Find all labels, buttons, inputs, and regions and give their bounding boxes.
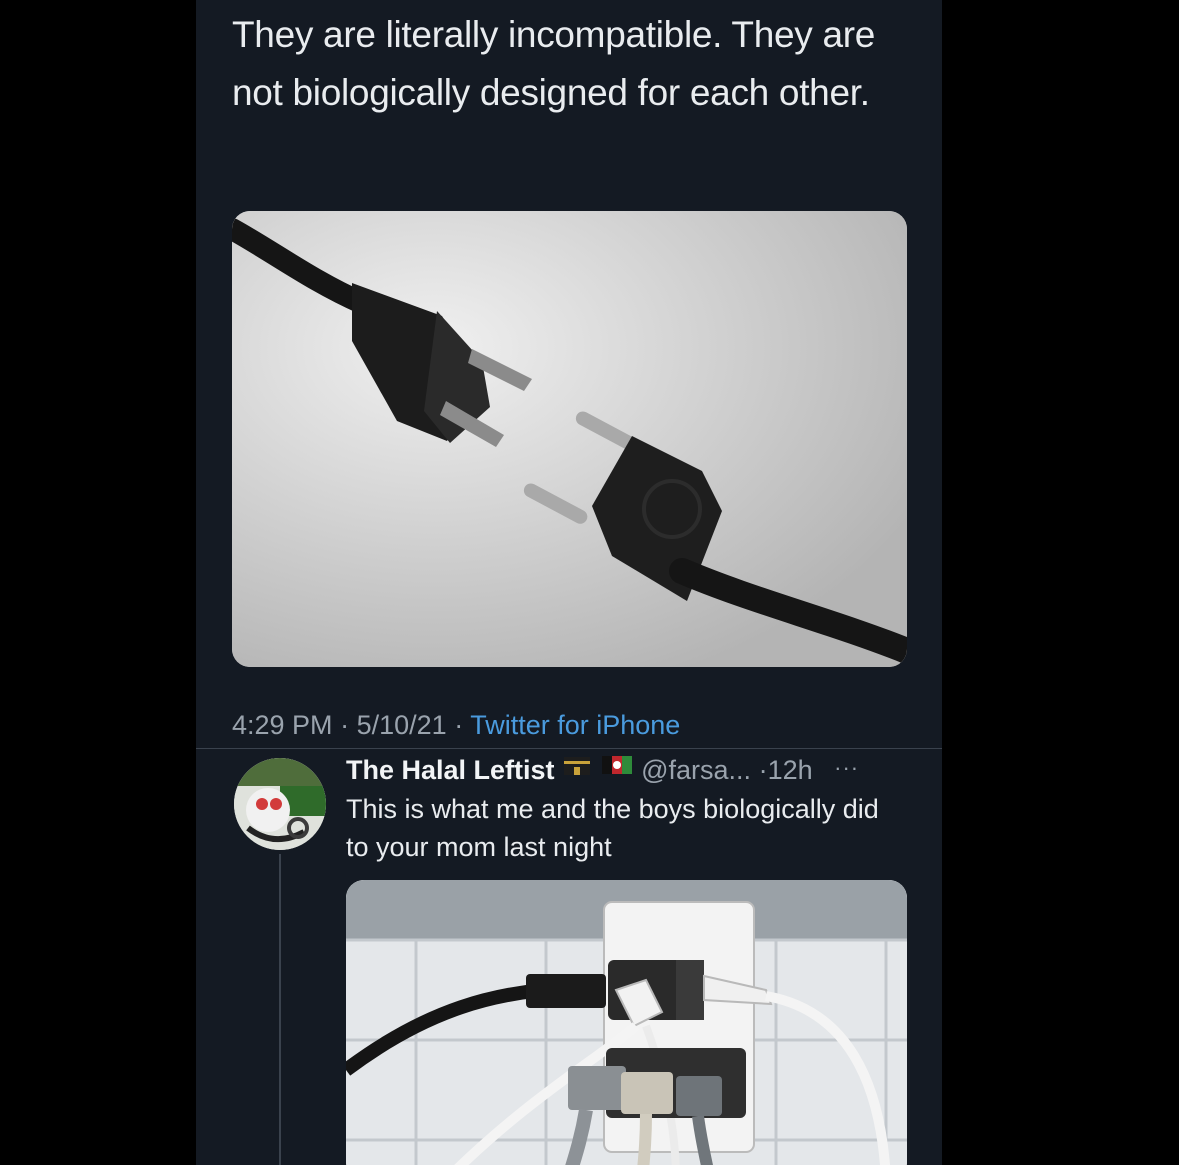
reply-display-name[interactable]: The Halal Leftist	[346, 755, 555, 785]
reply-age[interactable]: 12h	[768, 755, 813, 785]
tweet-metadata: 4:29 PM · 5/10/21 · Twitter for iPhone	[232, 710, 680, 741]
reply-header: The Halal Leftist @farsa... ·12h ···	[346, 755, 859, 787]
tweet-thread: They are literally incompatible. They ar…	[196, 0, 942, 1165]
meta-separator: ·	[454, 710, 464, 740]
avatar[interactable]	[234, 758, 326, 850]
avatar-image	[234, 758, 326, 850]
meta-separator: ·	[340, 710, 350, 740]
plugs-illustration	[232, 211, 907, 667]
kaaba-emoji-icon	[562, 753, 592, 784]
header-separator: ·	[758, 755, 768, 785]
screenshot: They are literally incompatible. They ar…	[0, 0, 1179, 1165]
tweet-time: 4:29 PM	[232, 710, 333, 740]
reply-text: This is what me and the boys biologicall…	[346, 794, 879, 862]
reply-photo-outlet[interactable]	[346, 880, 907, 1165]
reply-handle[interactable]: @farsa...	[641, 755, 751, 785]
tweet-photo-plugs[interactable]	[232, 211, 907, 667]
flag-emoji-icon	[600, 753, 634, 784]
divider	[196, 748, 942, 749]
tweet-client-link[interactable]: Twitter for iPhone	[470, 710, 680, 740]
more-options-icon[interactable]: ···	[834, 755, 859, 781]
thread-line	[279, 854, 281, 1165]
outlet-illustration	[346, 880, 907, 1165]
tweet-date: 5/10/21	[356, 710, 447, 740]
tweet-text: They are literally incompatible. They ar…	[232, 14, 876, 113]
